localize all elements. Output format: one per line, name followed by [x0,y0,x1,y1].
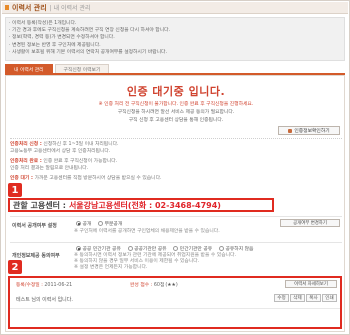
radio-consent-private[interactable]: 민간기관만 공유 [173,245,212,252]
resume-content: 인증 대기중 입니다. ※ 인증 처리 전 구직신청이 불가합니다. 인증 완료… [5,75,345,332]
public-setting-help: ※ 구인처에 이력서를 공개하면 구인업체의 채용제안을 받을 수 있습니다. [74,229,220,234]
page-title: 이력서 관리 [12,3,47,12]
public-setting-label: 이력서 공개여부 설정 [12,223,57,229]
page-subtitle: | 내 이력서 관리 [49,5,91,12]
public-setting-options: 공개 부분공개 [76,220,127,228]
annotation-badge-2: 2 [8,260,22,274]
center-label: 관할 고용센터 : [13,200,66,210]
resume-open-status-button[interactable]: 공개여부 변경하기 [280,219,340,227]
delete-button[interactable]: 삭제 [290,294,305,302]
resume-actions: 수정 삭제 복사 인쇄 [273,294,337,302]
notice-line: · 기간 경과 후에도 구직신청을 계속하려면 구직 연장 신청을 다시 하셔야… [9,28,171,34]
notice-box: · 이력서 등록(작성)은 1개입니다. · 기간 경과 후에도 구직신청을 계… [5,17,345,61]
notice-line: · 변경된 정보는 반영 후 구인처에 제공됩니다. [9,42,101,48]
registration-date: 등록/수정일 : 2011-06-21 [16,283,73,288]
resume-detail-view-button[interactable]: 이력서 자세히보기 [285,280,337,288]
completion-score: 완성 점수 : 60점(★★) [130,283,178,288]
step-info: 고용노동부 고용센터에서 상담 후 인증처리됩니다. [10,149,111,154]
tab-bar: 내 이력서 관리 구직신청 이력보기 [5,64,111,73]
status-message-warning: ※ 인증 처리 전 구직신청이 불가합니다. 인증 완료 후 구직신청을 진행하… [98,102,254,107]
employment-center-highlight: 관할 고용센터 : 서울강남고용센터(전화 : 02-3468-4794) [8,198,274,212]
divider [10,308,340,309]
consent-help: ※ 설정 변경은 언제든지 가능합니다. [74,265,148,270]
print-icon [288,128,293,133]
radio-consent-none[interactable]: 공유하지 않음 [218,245,253,252]
header-bullet-icon [5,5,9,10]
resume-summary-highlight: 등록/수정일 : 2011-06-21 완성 점수 : 60점(★★) 이력서 … [8,276,342,329]
radio-public[interactable]: 공개 [76,220,91,227]
status-message: 구직신청을 하시려면 알선 서비스 제공 동의가 필요합니다. [117,110,235,115]
notice-line: · 정보(학력, 경력 등)가 변경되면 수정하셔야 합니다. [9,35,115,41]
divider [10,138,342,139]
page-header: 이력서 관리 | 내 이력서 관리 [2,2,348,14]
certification-print-button[interactable]: 인증정보확인하기 [278,126,340,135]
copy-button[interactable]: 복사 [306,294,321,302]
resume-management-panel: 이력서 관리 | 내 이력서 관리 · 이력서 등록(작성)은 1개입니다. ·… [0,0,350,335]
step-info: 인증 처리 결과는 알림으로 안내됩니다. [10,166,89,171]
tab-job-application-history[interactable]: 구직신청 이력보기 [54,64,110,73]
notice-line: · 사생활이 보호될 위해 기본 이력서의 연락처 공개여부를 설정하시기 바랍… [9,49,167,55]
modify-button[interactable]: 수정 [274,294,289,302]
radio-consent-all[interactable]: 공공 민간기관 공유 [76,245,121,252]
status-title: 인증 대기중 입니다. [126,85,226,98]
form-divider [10,242,342,243]
status-message: 구직 신청 후 고용센터 상담을 통해 인증됩니다. [128,118,224,123]
consent-options: 공공 민간기관 공유 공공기관만 공유 민간기관만 공유 공유하지 않음 [76,245,258,253]
tab-resume-management[interactable]: 내 이력서 관리 [5,64,53,73]
privacy-consent-label: 개인정보제공 동의여부 [12,253,60,259]
center-value: 서울강남고용센터(전화 : 02-3468-4794) [68,200,221,210]
step-info: 인증 대기 : 가까운 고용센터를 직접 방문하시어 상담을 받으실 수 있습니… [10,176,162,181]
print-button[interactable]: 인쇄 [322,294,337,302]
step-info: 인증처리 신청 : 신청하신 후 1~3일 이내 처리됩니다. [10,142,119,147]
radio-consent-public[interactable]: 공공기관만 공유 [127,245,167,252]
step-info: 인증처리 완료 : 인증 완료 후 구직신청이 가능합니다. [10,159,118,164]
form-divider [10,216,342,217]
annotation-badge-1: 1 [8,183,22,197]
radio-private[interactable]: 부분공개 [98,220,122,227]
notice-line: · 이력서 등록(작성)은 1개입니다. [9,21,77,26]
resume-title: 테스트 님의 이력서 입니다. [16,297,73,303]
star-rating-icon: (★★) [165,283,178,288]
